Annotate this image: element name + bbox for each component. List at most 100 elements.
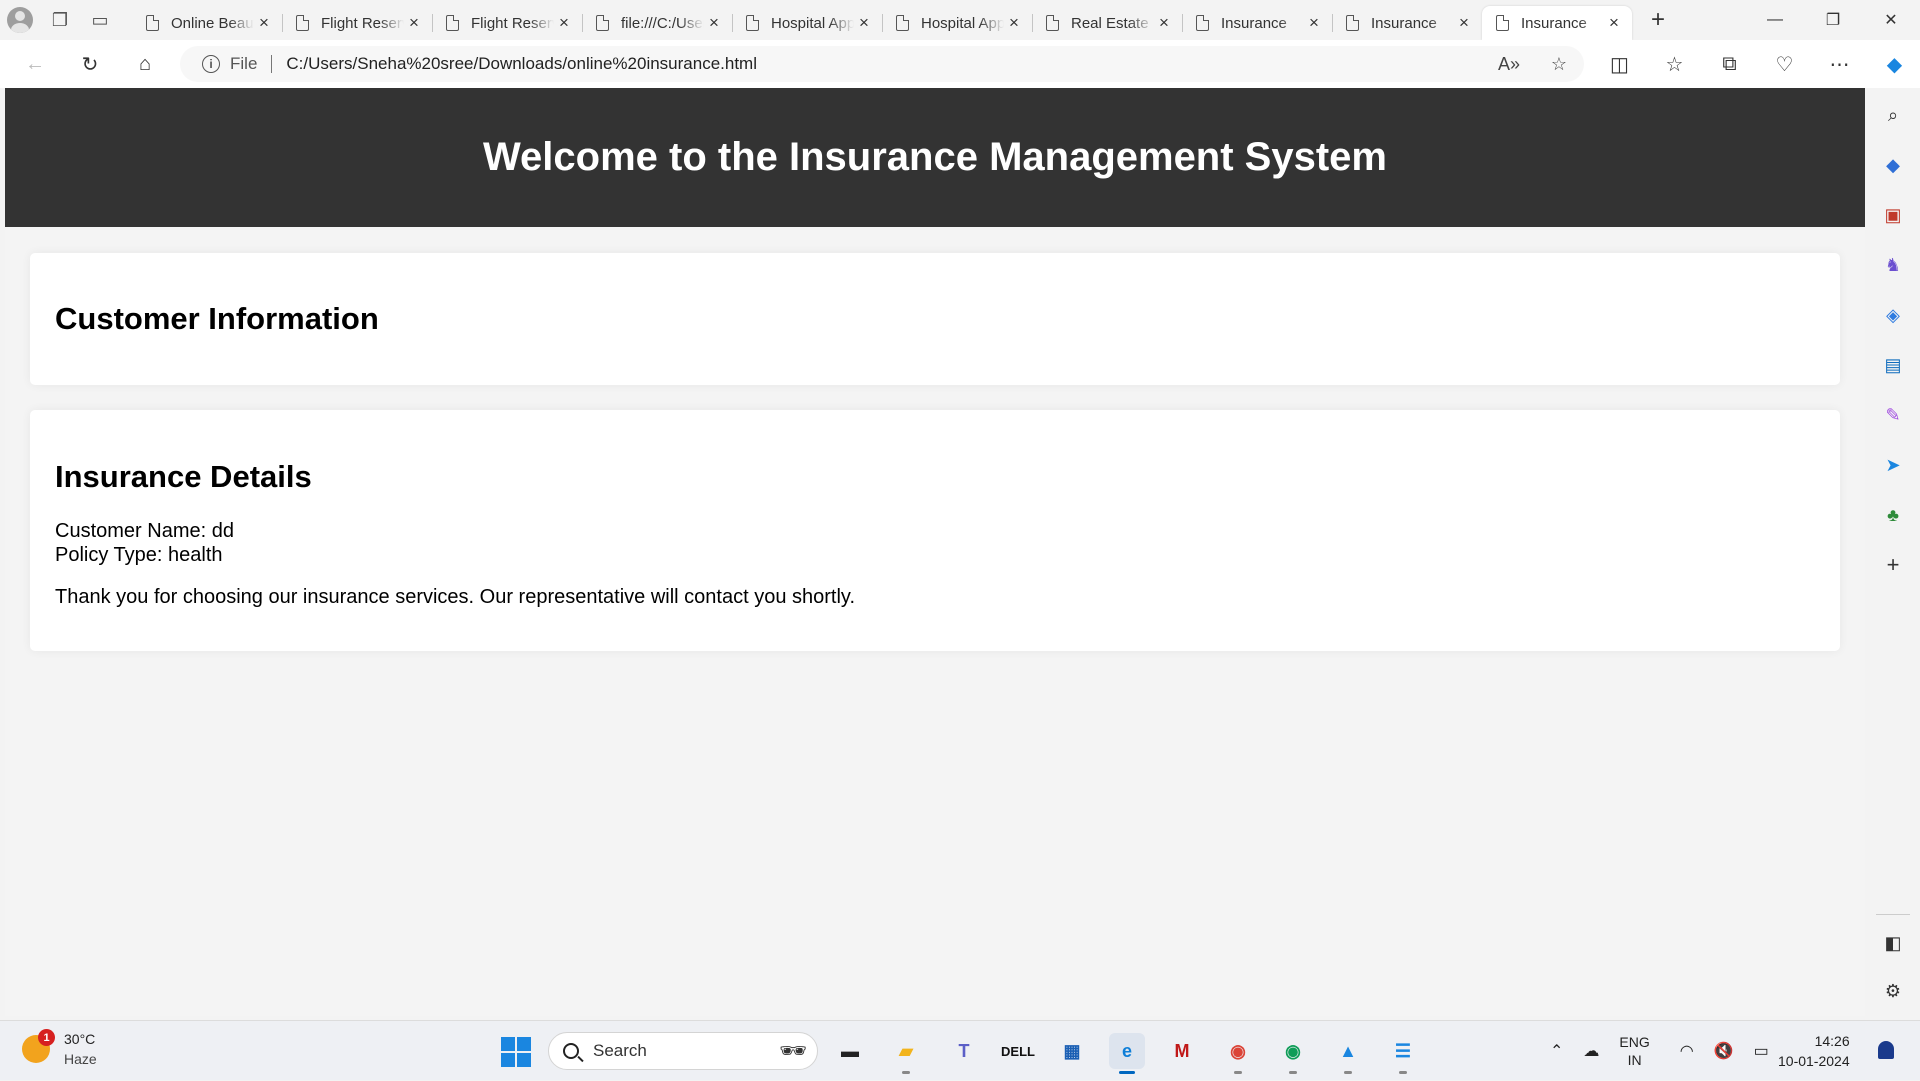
wifi-icon[interactable]: ◠ [1680,1041,1694,1061]
mcafee-icon[interactable]: M [1164,1033,1200,1069]
battery-icon[interactable]: ▭ [1754,1041,1769,1061]
add-icon[interactable]: + [1880,552,1906,578]
info-icon[interactable]: i [202,55,220,73]
task-view-icon[interactable]: ▬ [832,1033,868,1069]
clock-time: 14:26 [1814,1033,1850,1049]
volume-muted-icon[interactable]: 🔇 [1714,1041,1734,1061]
browser-essentials-icon[interactable]: ♡ [1757,44,1812,84]
tab-close-icon[interactable]: × [1154,13,1174,33]
file-explorer-icon[interactable]: ▰ [888,1033,924,1074]
tab-strip: ❐ ▭ Online Beauty × Flight Reservation ×… [0,0,1920,40]
new-tab-button[interactable]: + [1638,6,1678,34]
teams-icon[interactable]: T [946,1033,982,1069]
tab-close-icon[interactable]: × [404,13,424,33]
address-bar[interactable]: i File C:/Users/Sneha%20sree/Downloads/o… [180,46,1584,82]
tag-icon[interactable]: ◆ [1880,152,1906,178]
tab-title: Flight Reservation [471,14,554,32]
send-icon[interactable]: ➤ [1880,452,1906,478]
browser-toolbar: ← ↻ ⌂ i File C:/Users/Sneha%20sree/Downl… [0,40,1920,88]
tab-hospital-1[interactable]: Hospital Appointment × [732,6,882,40]
tab-close-icon[interactable]: × [704,13,724,33]
page-icon [1196,15,1209,31]
workspaces-icon[interactable]: ❐ [40,0,80,40]
back-arrow-icon[interactable]: ← [8,44,62,84]
thank-you-message: Thank you for choosing our insurance ser… [55,586,855,608]
language-line1: ENG [1619,1034,1650,1050]
tab-flight-reservation-1[interactable]: Flight Reservation × [282,6,432,40]
tab-close-icon[interactable]: × [1304,13,1324,33]
customer-information-heading: Customer Information [55,301,379,336]
chrome-profile-2-icon[interactable]: ◉ [1275,1033,1311,1074]
edge-browser-icon[interactable]: e [1109,1033,1145,1074]
tab-close-icon[interactable]: × [1604,13,1624,33]
page-icon [1046,15,1059,31]
address-divider [271,55,273,73]
notification-bell-icon[interactable] [1878,1041,1894,1059]
chevron-up-icon[interactable]: ⌃ [1550,1041,1563,1061]
clock[interactable]: 14:26 10-01-2024 [1778,1031,1850,1071]
chess-icon[interactable]: ♞ [1880,252,1906,278]
read-aloud-icon[interactable]: A» [1484,54,1534,75]
customer-information-card: Customer Information [30,253,1840,385]
search-icon [563,1043,579,1059]
tab-close-icon[interactable]: × [854,13,874,33]
close-window-icon[interactable]: ✕ [1862,0,1920,40]
panel-icon[interactable]: ◧ [1880,930,1906,956]
tab-flight-reservation-2[interactable]: Flight Reservation × [432,6,582,40]
system-tray: ⌃ ☁ ENG IN ◠ 🔇 ▭ [1550,1021,1789,1081]
tab-online-beauty[interactable]: Online Beauty × [132,6,282,40]
tree-icon[interactable]: ♣ [1880,502,1906,528]
start-windows-icon[interactable] [501,1037,531,1067]
url-text[interactable]: C:/Users/Sneha%20sree/Downloads/online%2… [286,54,1484,74]
clock-date: 10-01-2024 [1778,1053,1850,1069]
page-icon [896,15,909,31]
tab-insurance-2[interactable]: Insurance × [1332,6,1482,40]
page-title: Welcome to the Insurance Management Syst… [483,135,1387,179]
home-icon[interactable]: ⌂ [118,44,172,84]
copilot-icon[interactable]: ◆ [1867,44,1920,84]
weather-badge: 1 [38,1029,55,1046]
weather-temperature: 30°C [64,1031,96,1047]
profile-avatar-icon[interactable] [0,0,40,40]
tab-real-estate[interactable]: Real Estate × [1032,6,1182,40]
notepad-icon[interactable]: ☰ [1385,1033,1421,1074]
refresh-icon[interactable]: ↻ [63,44,117,84]
insurance-details-card: Insurance Details Customer Name: dd Poli… [30,410,1840,651]
restore-icon[interactable]: ❐ [1804,0,1862,40]
page-viewport: Welcome to the Insurance Management Syst… [5,88,1865,1016]
tab-insurance-active[interactable]: Insurance × [1482,6,1632,40]
tab-close-icon[interactable]: × [1454,13,1474,33]
tab-close-icon[interactable]: × [554,13,574,33]
tab-actions-icon[interactable]: ▭ [80,0,120,40]
search-icon[interactable]: ⌕ [1880,102,1906,128]
briefcase-icon[interactable]: ▣ [1880,202,1906,228]
designer-icon[interactable]: ✎ [1880,402,1906,428]
tab-insurance-1[interactable]: Insurance × [1182,6,1332,40]
tab-title: Flight Reservation [321,14,404,32]
tab-close-icon[interactable]: × [1004,13,1024,33]
address-actions: A» ☆ [1484,54,1584,75]
settings-icon[interactable]: ⚙ [1880,978,1906,1004]
dell-icon[interactable]: DELL [1000,1033,1036,1069]
customer-name-line: Customer Name: dd [55,520,234,542]
tab-list: Online Beauty × Flight Reservation × Fli… [132,0,1632,40]
minimize-icon[interactable]: — [1746,0,1804,40]
taskbar-search[interactable]: Search 🕶 [548,1032,818,1070]
chrome-profile-1-icon[interactable]: ◉ [1220,1033,1256,1074]
onedrive-cloud-icon[interactable]: ☁ [1583,1041,1599,1061]
weather-widget[interactable]: 1 30°C Haze [22,1029,97,1069]
tab-hospital-2[interactable]: Hospital Appointment × [882,6,1032,40]
tab-close-icon[interactable]: × [254,13,274,33]
store-icon[interactable]: ▦ [1054,1033,1090,1069]
favorite-star-icon[interactable]: ☆ [1534,54,1584,75]
outlook-icon[interactable]: ▤ [1880,352,1906,378]
language-indicator[interactable]: ENG IN [1619,1033,1649,1069]
tab-file-url[interactable]: file:///C:/Users × [582,6,732,40]
page-icon [596,15,609,31]
split-screen-icon[interactable]: ◫ [1592,44,1647,84]
m365-icon[interactable]: ◈ [1880,302,1906,328]
collections-icon[interactable]: ⧉ [1702,44,1757,84]
favorites-icon[interactable]: ☆ [1647,44,1702,84]
photos-icon[interactable]: ▲ [1330,1033,1366,1074]
more-options-icon[interactable]: ⋯ [1812,44,1867,84]
